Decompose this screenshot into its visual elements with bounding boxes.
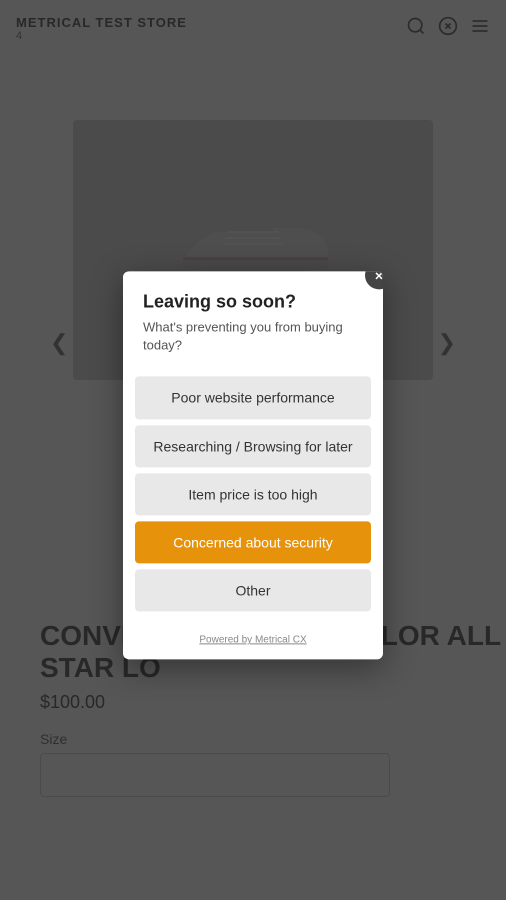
modal-footer: Powered by Metrical CX xyxy=(123,624,383,660)
modal-title: Leaving so soon? xyxy=(143,291,363,312)
powered-by-link[interactable]: Powered by Metrical CX xyxy=(199,635,306,646)
modal-header: Leaving so soon? What's preventing you f… xyxy=(123,271,383,368)
option-button-2[interactable]: Item price is too high xyxy=(135,473,371,515)
exit-intent-modal: Leaving so soon? What's preventing you f… xyxy=(123,271,383,659)
option-button-0[interactable]: Poor website performance xyxy=(135,377,371,419)
modal-options-list: Poor website performance Researching / Br… xyxy=(123,369,383,624)
modal-close-button[interactable]: × xyxy=(365,271,383,289)
option-button-4[interactable]: Other xyxy=(135,570,371,612)
option-button-1[interactable]: Researching / Browsing for later xyxy=(135,425,371,467)
modal-subtitle: What's preventing you from buying today? xyxy=(143,318,363,354)
option-button-3[interactable]: Concerned about security xyxy=(135,521,371,563)
phone-frame: METRICAL TEST STORE 4 xyxy=(0,0,506,900)
